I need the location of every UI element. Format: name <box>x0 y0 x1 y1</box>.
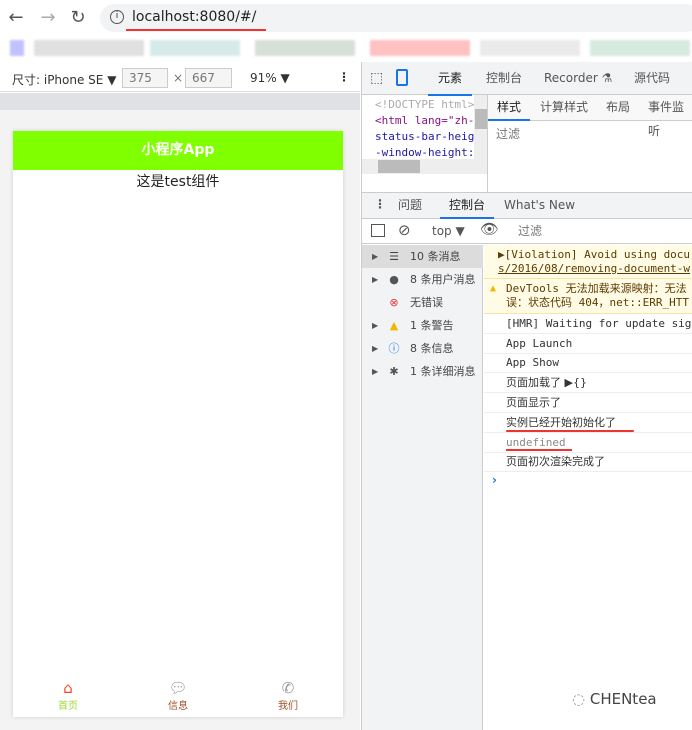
console-log[interactable]: 页面加载了 ▶{} <box>484 373 692 393</box>
dom-line: status-bar-heig <box>375 130 475 143</box>
styles-tabbar: 样式 计算样式 布局 事件监听 <box>488 95 692 138</box>
console-log: App Launch <box>484 334 692 354</box>
info-icon: i <box>110 10 124 24</box>
dom-line: <html lang="zh-C <box>375 114 481 127</box>
sidebar-item-user-messages[interactable]: ▶ ● 8 条用户消息 <box>362 268 483 291</box>
browser-nav-bar: ← → ↻ i localhost:8080/#/ <box>0 0 692 36</box>
red-underline <box>506 430 634 432</box>
console-log: 页面显示了 <box>484 393 692 413</box>
tab-elements[interactable]: 元素 <box>428 62 473 96</box>
console-prompt[interactable]: › <box>492 473 497 487</box>
forward-button[interactable]: → <box>36 6 60 30</box>
tab-about[interactable]: ✆ 我们 <box>233 679 343 712</box>
red-underline <box>506 449 572 451</box>
sidebar-item-verbose[interactable]: ▶ ✱ 1 条详细消息 <box>362 360 483 383</box>
console-log: App Show <box>484 353 692 373</box>
drawer-menu-icon[interactable]: ⋮ <box>374 197 386 211</box>
tab-console[interactable]: 控制台 <box>486 62 522 94</box>
url-text: localhost:8080/#/ <box>132 9 257 25</box>
styles-filter-input[interactable]: 过滤 <box>492 124 692 144</box>
inspect-icon[interactable]: ⬚ <box>370 70 383 86</box>
tab-drawer-console[interactable]: 控制台 <box>440 193 495 219</box>
device-toolbar: 尺寸: iPhone SE ▼ 375 × 667 91% ▼ ⋮ <box>0 64 360 92</box>
console-sidebar: ▶ ☰ 10 条消息 ▶ ● 8 条用户消息 ⊗ 无错误 ▶ ▲ 1 条警告 ▶ ⓘ 8 条信息 … <box>362 245 483 730</box>
watermark: ◌ CHENtea <box>572 690 657 708</box>
tab-styles[interactable]: 样式 <box>488 95 531 121</box>
tab-issues[interactable]: 问题 <box>398 193 422 218</box>
user-icon: ● <box>389 273 399 286</box>
phone-icon: ✆ <box>281 679 295 697</box>
times-label: × <box>173 71 184 85</box>
sidebar-item-warnings[interactable]: ▶ ▲ 1 条警告 <box>362 314 483 337</box>
devtools-panel: ⬚ 元素 控制台 Recorder ⚗ 源代码 <!DOCTYPE html> … <box>361 62 692 730</box>
tab-sources[interactable]: 源代码 <box>634 62 670 94</box>
tab-layout[interactable]: 布局 <box>606 95 630 119</box>
dom-tree[interactable]: <!DOCTYPE html> <html lang="zh-C status-… <box>362 95 488 192</box>
app-header: 小程序App <box>13 131 343 170</box>
device-toggle-icon[interactable] <box>396 69 408 86</box>
red-underline <box>126 29 266 31</box>
console-toolbar: ⊘ top ▼ 👁︎ 过滤 <box>362 219 692 244</box>
device-select[interactable]: 尺寸: iPhone SE ▼ <box>12 71 116 88</box>
console-messages: ▶[Violation] Avoid using docu s/2016/08/r… <box>484 245 692 730</box>
horizontal-scrollbar[interactable] <box>362 159 487 174</box>
wechat-icon: ◌ <box>572 690 590 708</box>
warning-icon: ▲ <box>490 283 497 294</box>
console-log: 页面初次渲染完成了 <box>484 452 692 472</box>
vertical-scrollbar[interactable] <box>474 95 487 159</box>
devtools-tabbar: ⬚ 元素 控制台 Recorder ⚗ 源代码 <box>362 62 692 96</box>
back-button[interactable]: ← <box>4 6 28 30</box>
info-icon: ⓘ <box>388 342 400 355</box>
sidebar-item-messages[interactable]: ▶ ☰ 10 条消息 <box>362 245 483 268</box>
warning-icon: ▲ <box>389 319 399 332</box>
width-input[interactable]: 375 <box>122 68 168 88</box>
clear-console-icon[interactable]: ⊘ <box>398 221 411 239</box>
bug-icon: ✱ <box>389 365 399 378</box>
sidebar-item-info[interactable]: ▶ ⓘ 8 条信息 <box>362 337 483 360</box>
warning-message: ▲ DevTools 无法加载来源映射：无法 误：状态代码 404，net::ERR… <box>484 279 692 314</box>
bookmarks-bar-blurred <box>0 36 692 62</box>
tab-recorder[interactable]: Recorder ⚗ <box>544 62 612 94</box>
console-log: [HMR] Waiting for update signa <box>484 314 692 334</box>
violation-message[interactable]: ▶[Violation] Avoid using docu s/2016/08/r… <box>484 245 692 279</box>
media-query-ruler[interactable] <box>0 93 360 110</box>
error-icon: ⊗ <box>389 296 399 309</box>
dom-line: <!DOCTYPE html> <box>375 98 475 111</box>
reload-button[interactable]: ↻ <box>66 6 90 30</box>
message-icon: 💬︎ <box>168 679 188 697</box>
zoom-select[interactable]: 91% ▼ <box>250 71 290 85</box>
tab-home[interactable]: ⌂ 首页 <box>13 679 123 712</box>
tab-whats-new[interactable]: What's New <box>504 193 575 218</box>
more-icon[interactable]: ⋮ <box>338 70 350 84</box>
address-bar[interactable]: i localhost:8080/#/ <box>100 4 692 32</box>
height-input[interactable]: 667 <box>185 68 232 88</box>
drawer-tabbar: ⋮ 问题 控制台 What's New <box>362 192 692 219</box>
context-select[interactable]: top ▼ <box>432 224 465 238</box>
sidebar-item-errors[interactable]: ⊗ 无错误 <box>362 291 483 314</box>
sidebar-toggle-icon[interactable] <box>371 224 385 237</box>
phone-screen: 小程序App 这是test组件 ⌂ 首页 💬︎ 信息 ✆ 我们 <box>13 131 343 717</box>
dom-line: -window-height: <box>375 146 475 159</box>
tab-computed[interactable]: 计算样式 <box>540 95 588 119</box>
test-component-text: 这是test组件 <box>136 174 220 190</box>
home-icon: ⌂ <box>63 679 73 697</box>
list-icon: ☰ <box>389 250 399 263</box>
eye-icon[interactable]: 👁︎ <box>480 220 499 238</box>
tab-messages[interactable]: 💬︎ 信息 <box>123 679 233 712</box>
console-filter-input[interactable]: 过滤 <box>514 222 692 241</box>
